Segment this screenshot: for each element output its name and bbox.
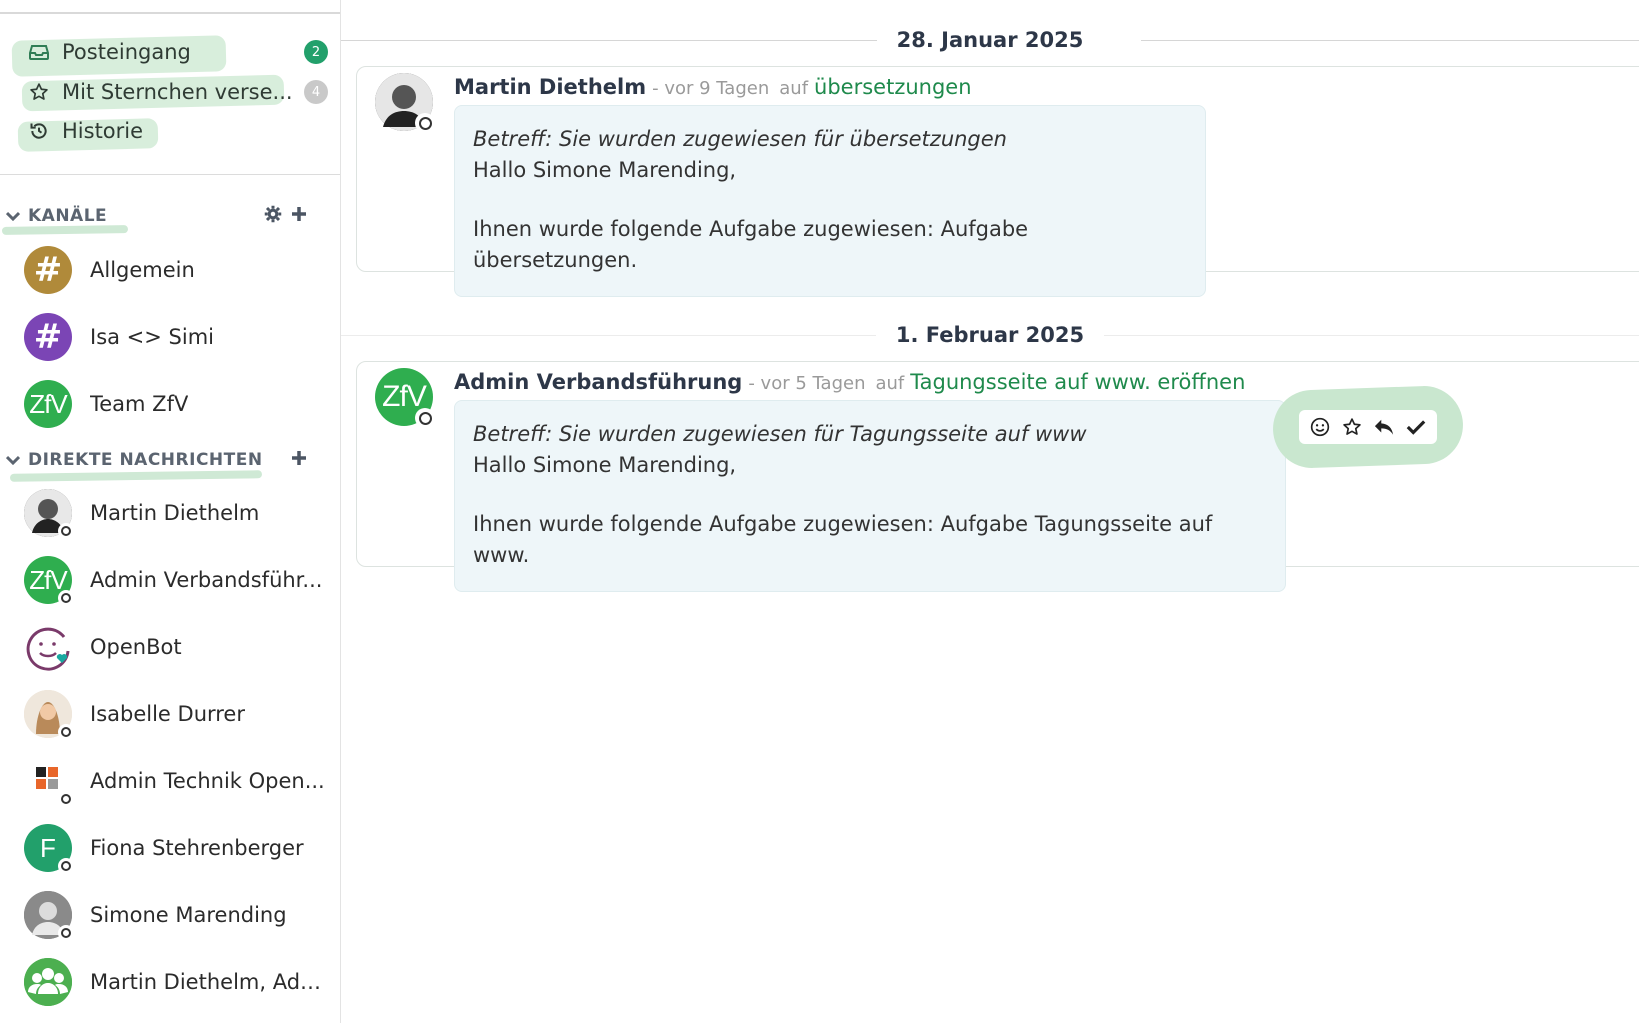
avatar: [24, 690, 74, 740]
date-separator: 1. Februar 2025: [341, 315, 1639, 355]
openbot-avatar: [24, 623, 72, 671]
dm-item[interactable]: OpenBot: [24, 621, 334, 673]
starred-count-badge: 4: [304, 80, 328, 104]
message-author[interactable]: Martin Diethelm: [454, 75, 646, 99]
message-greeting: Hallo Simone Marending,: [473, 158, 737, 182]
dm-label: Martin Diethelm, Adm...: [90, 970, 334, 994]
zfv-logo: ZfV: [24, 380, 72, 428]
message-meta: Martin Diethelm - vor 9 Tagen auf überse…: [454, 75, 972, 99]
channel-label: Team ZfV: [90, 392, 189, 416]
dm-item[interactable]: Martin Diethelm: [24, 487, 334, 539]
chevron-down-icon[interactable]: [4, 207, 22, 225]
nav-label: Historie: [62, 119, 144, 143]
dm-label: Martin Diethelm: [90, 501, 260, 525]
message-time: - vor 9 Tagen: [652, 78, 770, 99]
dm-label: OpenBot: [90, 635, 182, 659]
date-label: 28. Januar 2025: [876, 28, 1104, 52]
message-card[interactable]: ZfV Admin Verbandsführung - vor 5 Tagen …: [356, 361, 1639, 592]
channel-item-allgemein[interactable]: # Allgemein: [24, 244, 334, 296]
message-text: Ihnen wurde folgende Aufgabe zugewiesen:…: [473, 217, 1029, 272]
avatar[interactable]: [375, 73, 435, 133]
section-title: DIREKTE NACHRICHTEN: [28, 450, 263, 470]
message-text: Ihnen wurde folgende Aufgabe zugewiesen:…: [473, 512, 1213, 567]
dm-label: Fiona Stehrenberger: [90, 836, 304, 860]
dm-item[interactable]: Martin Diethelm, Adm...: [24, 956, 334, 1008]
add-dm-icon[interactable]: [290, 449, 308, 471]
nav-starred[interactable]: Mit Sternchen verse... 4: [28, 75, 328, 109]
dm-label: Simone Marending: [90, 903, 287, 927]
message-author[interactable]: Admin Verbandsführung: [454, 370, 742, 394]
check-icon[interactable]: [1405, 416, 1427, 438]
dm-item[interactable]: Isabelle Durrer: [24, 688, 334, 740]
divider: [1141, 40, 1639, 41]
topic-link[interactable]: Tagungsseite auf www. eröffnen: [910, 370, 1245, 394]
date-label: 1. Februar 2025: [875, 323, 1105, 347]
divider: [0, 12, 340, 14]
topic-prefix: auf: [779, 78, 809, 99]
section-title: KANÄLE: [28, 206, 108, 226]
nav-inbox[interactable]: Posteingang 2: [28, 35, 328, 69]
chevron-down-icon[interactable]: [4, 451, 22, 469]
dm-item[interactable]: F Fiona Stehrenberger: [24, 822, 334, 874]
message-body: Betreff: Sie wurden zugewiesen für übers…: [454, 105, 1206, 297]
dm-label: Isabelle Durrer: [90, 702, 245, 726]
reply-icon[interactable]: [1373, 416, 1395, 438]
inbox-icon: [28, 41, 50, 63]
avatar: [24, 757, 74, 807]
date-separator: 28. Januar 2025: [341, 20, 1639, 60]
message-body: Betreff: Sie wurden zugewiesen für Tagun…: [454, 400, 1286, 592]
avatar: [24, 489, 74, 539]
channel-item-team-zfv[interactable]: ZfV Team ZfV: [24, 378, 334, 430]
dm-item[interactable]: Simone Marending: [24, 889, 334, 941]
gear-icon[interactable]: [264, 205, 282, 227]
star-icon: [28, 81, 50, 103]
message-greeting: Hallo Simone Marending,: [473, 453, 737, 477]
message-card[interactable]: Martin Diethelm - vor 9 Tagen auf überse…: [356, 66, 1639, 297]
nav-label: Posteingang: [62, 40, 191, 64]
nav-label: Mit Sternchen verse...: [62, 80, 293, 104]
message-subject: Betreff: Sie wurden zugewiesen für übers…: [473, 127, 1007, 151]
topic-link[interactable]: übersetzungen: [814, 75, 972, 99]
channel-label: Isa <> Simi: [90, 325, 215, 349]
group-avatar-icon: [24, 958, 72, 1006]
message-subject: Betreff: Sie wurden zugewiesen für Tagun…: [473, 422, 1087, 446]
emoji-icon[interactable]: [1309, 416, 1331, 438]
dm-item[interactable]: Admin Technik Open...: [24, 755, 334, 807]
dm-label: Admin Verbandsführ...: [90, 568, 323, 592]
message-stream: 28. Januar 2025 Martin Diethelm - vor 9 …: [341, 0, 1639, 1023]
message-meta: Admin Verbandsführung - vor 5 Tagen auf …: [454, 370, 1245, 394]
message-time: - vor 5 Tagen: [748, 373, 866, 394]
nav-history[interactable]: Historie: [28, 114, 328, 148]
history-icon: [28, 120, 50, 142]
channel-label: Allgemein: [90, 258, 195, 282]
add-channel-icon[interactable]: [290, 205, 308, 227]
divider: [341, 40, 931, 41]
sidebar: Posteingang 2 Mit Sternchen verse... 4 H…: [0, 0, 341, 1023]
topic-prefix: auf: [875, 373, 905, 394]
zfv-logo: ZfV: [24, 556, 74, 606]
hash-icon: #: [24, 313, 72, 361]
star-icon[interactable]: [1341, 416, 1363, 438]
avatar: [24, 891, 74, 941]
avatar: F: [24, 824, 74, 874]
hash-icon: #: [24, 246, 72, 294]
unread-count-badge: 2: [304, 40, 328, 64]
channel-item-isa-simi[interactable]: # Isa <> Simi: [24, 311, 334, 363]
divider: [0, 174, 340, 175]
channels-section-header[interactable]: KANÄLE: [4, 203, 324, 229]
dm-label: Admin Technik Open...: [90, 769, 325, 793]
direct-messages-section-header[interactable]: DIREKTE NACHRICHTEN: [4, 447, 324, 473]
dm-item[interactable]: ZfV Admin Verbandsführ...: [24, 554, 334, 606]
zfv-logo[interactable]: ZfV: [375, 368, 435, 428]
message-actions-toolbar: [1299, 410, 1437, 444]
